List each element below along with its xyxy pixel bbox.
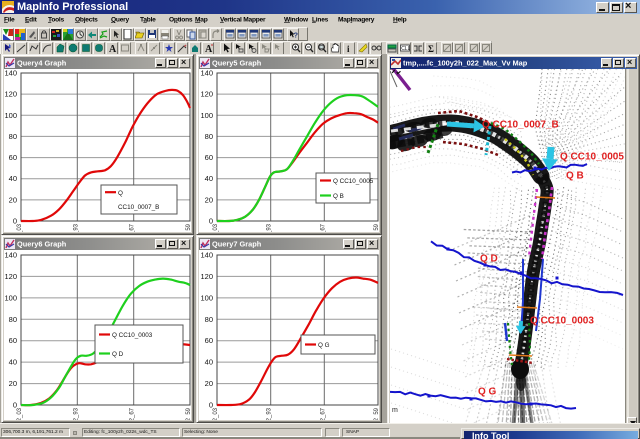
svg-text:t2_03: t2_03 bbox=[17, 223, 23, 232]
svg-text:?: ? bbox=[294, 31, 299, 40]
svg-text:40: 40 bbox=[205, 174, 213, 183]
svg-text:80: 80 bbox=[205, 132, 213, 141]
svg-text:20: 20 bbox=[205, 379, 213, 388]
svg-text:t2_67: t2_67 bbox=[320, 407, 326, 420]
svg-text:t2_59: t2_59 bbox=[374, 223, 379, 232]
svg-text:140: 140 bbox=[200, 69, 213, 78]
svg-text:m: m bbox=[392, 407, 398, 414]
svg-text:Σ: Σ bbox=[428, 44, 434, 54]
svg-text:120: 120 bbox=[200, 272, 213, 281]
svg-text:60: 60 bbox=[205, 153, 213, 162]
svg-text:120: 120 bbox=[4, 272, 17, 281]
svg-text:100: 100 bbox=[200, 111, 213, 120]
svg-text:t2_59: t2_59 bbox=[186, 407, 191, 420]
svg-text:t2_59: t2_59 bbox=[374, 407, 379, 420]
svg-text:Q D: Q D bbox=[480, 254, 498, 265]
svg-text:A: A bbox=[109, 44, 117, 54]
svg-text:60: 60 bbox=[9, 153, 17, 162]
svg-text:Q G: Q G bbox=[478, 387, 497, 398]
svg-text:t2_67: t2_67 bbox=[320, 223, 326, 232]
svg-text:i: i bbox=[347, 44, 350, 54]
svg-text:Q CC10_0003: Q CC10_0003 bbox=[530, 316, 594, 327]
svg-text:t2_03: t2_03 bbox=[213, 223, 219, 232]
svg-text:100: 100 bbox=[4, 111, 17, 120]
svg-text:140: 140 bbox=[4, 69, 17, 78]
svg-text:Q CC10_0005: Q CC10_0005 bbox=[333, 178, 374, 185]
svg-text:40: 40 bbox=[9, 358, 17, 367]
svg-text:Q CC10_0005: Q CC10_0005 bbox=[560, 152, 624, 163]
svg-text:Q CC10_0003: Q CC10_0003 bbox=[112, 332, 153, 339]
svg-text:100: 100 bbox=[4, 293, 17, 302]
svg-text:Q D: Q D bbox=[112, 351, 124, 358]
svg-text:140: 140 bbox=[4, 251, 17, 260]
svg-text:t2_93: t2_93 bbox=[73, 223, 79, 232]
svg-text:60: 60 bbox=[9, 336, 17, 345]
svg-text:t2_67: t2_67 bbox=[130, 407, 136, 420]
svg-text:Q B: Q B bbox=[333, 193, 344, 200]
svg-text:20: 20 bbox=[205, 195, 213, 204]
svg-text:40: 40 bbox=[205, 358, 213, 367]
svg-text:120: 120 bbox=[4, 90, 17, 99]
svg-text:40: 40 bbox=[9, 174, 17, 183]
svg-text:140: 140 bbox=[200, 251, 213, 260]
svg-text:Q G: Q G bbox=[318, 342, 330, 349]
svg-text:CC10_0007_B: CC10_0007_B bbox=[118, 204, 159, 211]
svg-text:120: 120 bbox=[200, 90, 213, 99]
svg-text:CLL: CLL bbox=[401, 46, 410, 52]
svg-text:Q B: Q B bbox=[566, 171, 584, 182]
svg-text:t2_67: t2_67 bbox=[130, 223, 136, 232]
svg-text:100: 100 bbox=[200, 293, 213, 302]
svg-text:Q: Q bbox=[118, 190, 123, 197]
svg-text:80: 80 bbox=[205, 315, 213, 324]
svg-text:20: 20 bbox=[9, 379, 17, 388]
svg-text:t2_03: t2_03 bbox=[213, 407, 219, 420]
svg-text:80: 80 bbox=[9, 315, 17, 324]
svg-text:t2_59: t2_59 bbox=[186, 223, 191, 232]
svg-text:60: 60 bbox=[205, 336, 213, 345]
svg-text:t2_93: t2_93 bbox=[267, 223, 273, 232]
svg-text:Q CC10_0007_B: Q CC10_0007_B bbox=[482, 120, 559, 131]
svg-text:t2_93: t2_93 bbox=[267, 407, 273, 420]
svg-text:t2_93: t2_93 bbox=[73, 407, 79, 420]
svg-text:80: 80 bbox=[9, 132, 17, 141]
svg-text:20: 20 bbox=[9, 195, 17, 204]
svg-text:t2_03: t2_03 bbox=[17, 407, 23, 420]
